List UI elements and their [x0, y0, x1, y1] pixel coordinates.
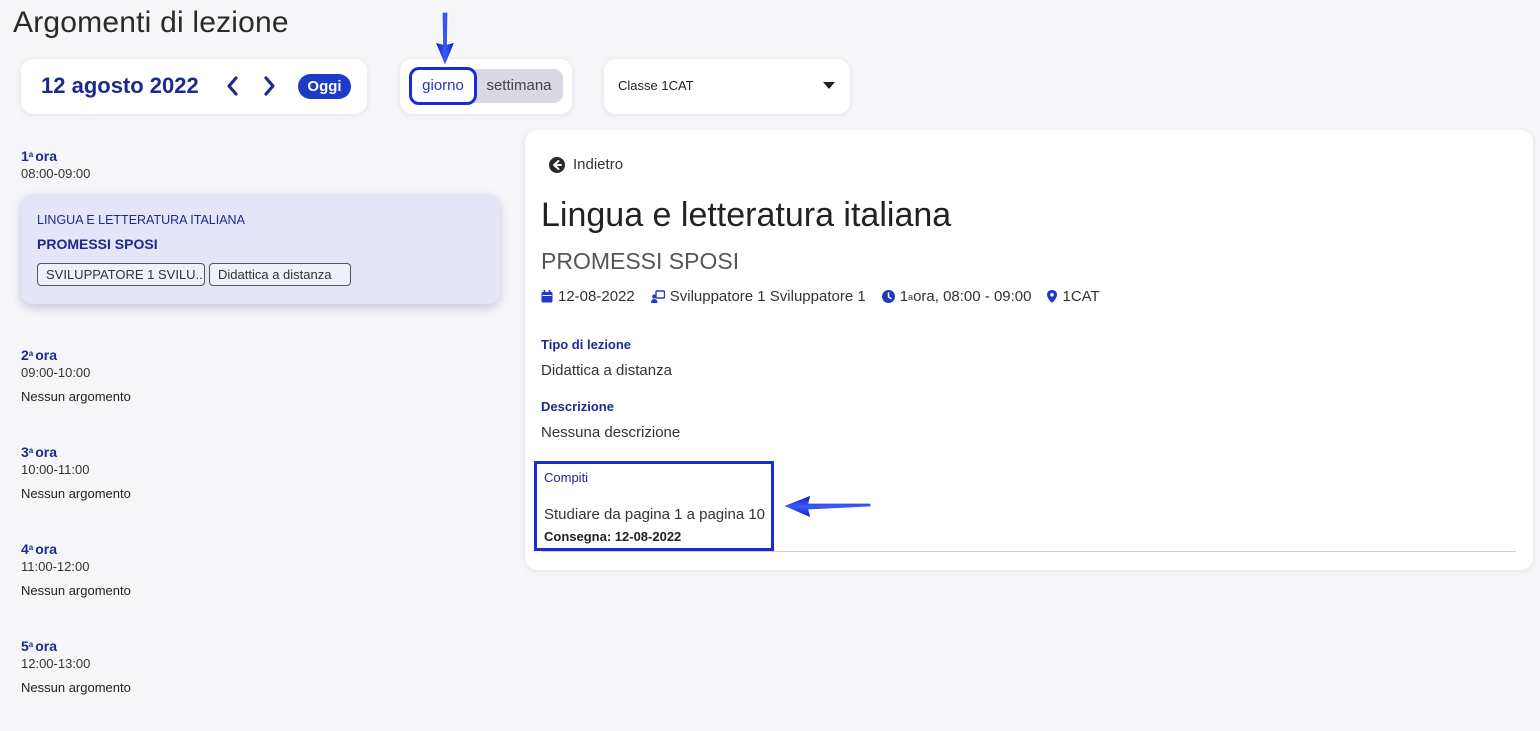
slot-hour: 1a ora — [21, 148, 58, 164]
slot-hour: 2a ora — [21, 347, 58, 363]
date-navigator: 12 agosto 2022 Oggi — [21, 59, 367, 114]
homework-label: Compiti — [544, 470, 589, 485]
slot-time: 10:00-11:00 — [21, 462, 90, 477]
meta-date: 12-08-2022 — [541, 288, 635, 305]
meta-class: 1CAT — [1047, 288, 1100, 305]
slot-hour: 4a ora — [21, 541, 58, 557]
week-view-button[interactable]: settimana — [475, 69, 563, 103]
chevron-right-icon — [264, 76, 275, 96]
homework-text: Studiare da pagina 1 a pagina 10 — [544, 506, 766, 523]
teacher-tag: SVILUPPATORE 1 SVILU... — [37, 263, 205, 286]
lesson-type-label: Tipo di lezione — [541, 337, 632, 352]
back-arrow-icon — [549, 156, 565, 173]
day-view-button[interactable]: giorno — [409, 67, 477, 105]
slot-time: 11:00-12:00 — [21, 559, 90, 574]
slot-empty-text: Nessun argomento — [21, 583, 131, 598]
location-icon — [1047, 290, 1058, 303]
lesson-meta: 12-08-2022 Sviluppatore 1 Sviluppatore 1… — [541, 288, 1116, 305]
class-select[interactable]: Classe 1CAT — [604, 59, 850, 114]
slot-hour: 3a ora — [21, 444, 58, 460]
description-label: Descrizione — [541, 399, 614, 414]
class-select-value: Classe 1CAT — [618, 78, 694, 93]
slot-time: 12:00-13:00 — [21, 656, 91, 671]
lesson-card[interactable]: LINGUA E LETTERATURA ITALIANA PROMESSI S… — [21, 194, 500, 304]
slot-time: 08:00-09:00 — [21, 166, 91, 181]
slot-empty-text: Nessun argomento — [21, 389, 131, 404]
chevron-left-icon — [227, 76, 238, 96]
description-value: Nessuna descrizione — [541, 424, 681, 441]
slot-empty-text: Nessun argomento — [21, 680, 131, 695]
toggle-track: giorno settimana — [409, 67, 563, 105]
meta-teacher: Sviluppatore 1 Sviluppatore 1 — [650, 288, 866, 305]
lesson-title: Lingua e letteratura italiana — [541, 196, 952, 234]
lesson-type-value: Didattica a distanza — [541, 362, 672, 379]
meta-hour: 1a ora, 08:00 - 09:00 — [881, 288, 1031, 305]
teacher-icon — [650, 290, 665, 303]
caret-down-icon — [823, 82, 835, 89]
slot-time: 09:00-10:00 — [21, 365, 91, 380]
back-label: Indietro — [573, 156, 624, 173]
homework-due-date: Consegna: 12-08-2022 — [544, 529, 682, 544]
slot-1: 1a ora 08:00-09:00 — [21, 148, 90, 181]
slot-3: 3a ora 10:00-11:00 Nessun argomento — [21, 444, 131, 501]
today-button[interactable]: Oggi — [298, 74, 351, 99]
previous-day-button[interactable] — [223, 75, 243, 97]
annotation-arrow-down — [433, 11, 457, 68]
view-toggle: giorno settimana — [400, 59, 572, 114]
back-button[interactable]: Indietro — [549, 156, 623, 173]
page-title: Argomenti di lezione — [13, 6, 289, 39]
slot-2: 2a ora 09:00-10:00 Nessun argomento — [21, 347, 131, 404]
slot-5: 5a ora 12:00-13:00 Nessun argomento — [21, 638, 131, 695]
slot-empty-text: Nessun argomento — [21, 486, 131, 501]
calendar-icon — [541, 290, 553, 303]
next-day-button[interactable] — [259, 75, 279, 97]
current-date: 12 agosto 2022 — [41, 73, 199, 98]
lesson-type-tag: Didattica a distanza — [209, 263, 351, 286]
lesson-subject: LINGUA E LETTERATURA ITALIANA — [37, 213, 245, 227]
homework-section: Compiti Studiare da pagina 1 a pagina 10… — [534, 461, 774, 551]
slot-hour: 5a ora — [21, 638, 58, 654]
divider — [541, 551, 1516, 552]
lesson-topic-heading: PROMESSI SPOSI — [541, 248, 740, 274]
lesson-topic: PROMESSI SPOSI — [37, 236, 158, 252]
clock-icon — [881, 290, 895, 303]
lesson-detail-panel: Indietro Lingua e letteratura italiana P… — [525, 130, 1533, 570]
annotation-arrow-left — [781, 494, 872, 520]
slot-4: 4a ora 11:00-12:00 Nessun argomento — [21, 541, 131, 598]
